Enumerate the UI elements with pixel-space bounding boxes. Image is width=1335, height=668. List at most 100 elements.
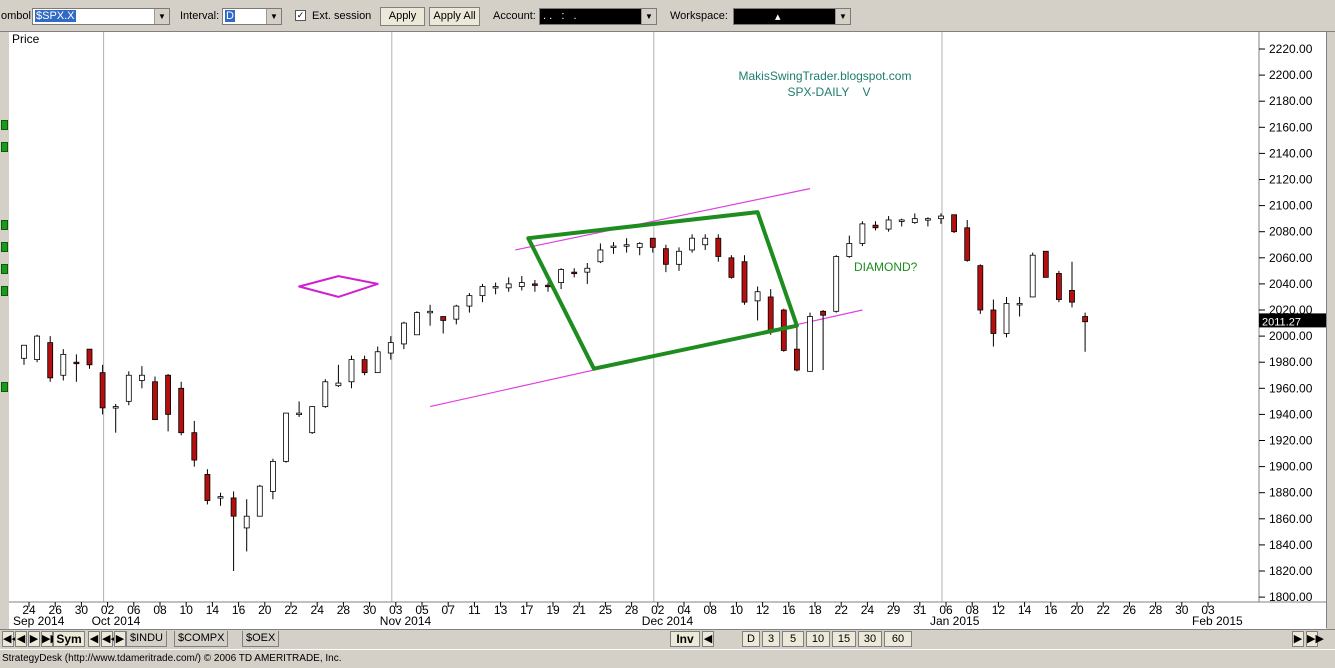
x-tick-label: 10 xyxy=(730,603,744,617)
y-tick-label: 1880.00 xyxy=(1269,486,1313,500)
candle-down xyxy=(99,372,106,409)
period-5[interactable]: 5 xyxy=(782,631,804,647)
x-tick-label: 20 xyxy=(258,603,272,617)
apply-button[interactable]: Apply xyxy=(380,7,425,26)
candle-up xyxy=(636,243,643,248)
y-tick-label: 1860.00 xyxy=(1269,512,1313,526)
candle-up xyxy=(309,406,316,434)
candle-up xyxy=(400,322,407,345)
period-3[interactable]: 3 xyxy=(762,631,780,647)
chart-toolbar: ombol: $SPX.X ▼ Interval: D ▼ ✓ Ext. ses… xyxy=(0,0,1335,32)
candle-up xyxy=(1016,303,1023,306)
x-tick-label: 07 xyxy=(442,603,456,617)
tab-compx[interactable]: $COMPX xyxy=(174,631,229,647)
period-60[interactable]: 60 xyxy=(884,631,912,647)
chevron-down-icon[interactable]: ▼ xyxy=(154,9,169,24)
candle-up xyxy=(21,344,27,359)
y-tick-label: 1900.00 xyxy=(1269,460,1313,474)
candle-up xyxy=(138,374,145,381)
sym-button[interactable]: Sym xyxy=(53,631,85,647)
chevron-down-icon[interactable]: ▼ xyxy=(835,9,850,24)
candle-up xyxy=(217,496,224,499)
candle-down xyxy=(230,497,237,517)
candle-up xyxy=(859,223,866,244)
y-tick-label: 2060.00 xyxy=(1269,251,1313,265)
symbol-label: ombol: xyxy=(1,10,35,22)
x-tick-label: 12 xyxy=(756,603,770,617)
scroll-end-icon[interactable]: ▶▶ xyxy=(1306,631,1324,647)
tool-icon[interactable] xyxy=(1,242,8,252)
candle-down xyxy=(440,316,447,321)
zoom-out-icon[interactable]: ◀ xyxy=(702,631,714,647)
inv-button[interactable]: Inv xyxy=(670,631,700,647)
candle-up xyxy=(584,267,591,273)
tab-indu[interactable]: $INDU xyxy=(126,631,168,647)
candle-up xyxy=(112,406,119,409)
chevron-down-icon[interactable]: ▼ xyxy=(641,9,656,24)
apply-all-button[interactable]: Apply All xyxy=(429,7,480,26)
y-tick-label: 2160.00 xyxy=(1269,120,1313,134)
first-page-icon[interactable]: ◀◀ xyxy=(2,631,20,647)
workspace-combo[interactable]: ▴ ▼ xyxy=(733,8,851,25)
candle-up xyxy=(623,244,630,247)
tab-next-icon[interactable]: ▶ xyxy=(114,631,126,647)
period-15[interactable]: 15 xyxy=(832,631,856,647)
candle-down xyxy=(532,283,538,286)
candle-down xyxy=(47,342,54,379)
candle-down xyxy=(152,381,158,421)
tab-first-icon[interactable]: ◀◀ xyxy=(101,631,119,647)
tool-icon[interactable] xyxy=(1,286,8,296)
candle-up xyxy=(283,412,289,462)
chart-navigation-bar: ◀◀ ◀ ▶ ▶▶ Sym ◀ ◀◀ ▶ $INDU $COMPX $OEX I… xyxy=(0,629,1335,649)
y-tick-label: 2200.00 xyxy=(1269,68,1313,82)
last-page-icon[interactable]: ▶▶ xyxy=(41,631,59,647)
period-d[interactable]: D xyxy=(742,631,760,647)
tool-icon[interactable] xyxy=(1,142,8,152)
candle-down xyxy=(728,257,735,278)
y-tick-label: 1940.00 xyxy=(1269,407,1313,421)
candle-up xyxy=(885,219,892,230)
candle-up xyxy=(898,219,905,222)
x-month-label: Sep 2014 xyxy=(13,614,65,628)
period-30[interactable]: 30 xyxy=(858,631,882,647)
tool-icon[interactable] xyxy=(1,220,8,230)
candle-up xyxy=(754,291,761,302)
x-tick-label: 22 xyxy=(284,603,298,617)
candle-down xyxy=(361,359,368,374)
candle-up xyxy=(348,359,355,383)
candle-up xyxy=(269,460,276,492)
account-combo[interactable]: . . : . ▼ xyxy=(539,8,657,25)
x-tick-label: 30 xyxy=(75,603,89,617)
interval-combo[interactable]: D ▼ xyxy=(222,8,282,25)
chevron-down-icon[interactable]: ▼ xyxy=(266,9,281,24)
candle-down xyxy=(964,227,971,261)
candle-down xyxy=(767,296,774,333)
x-tick-label: 12 xyxy=(992,603,1006,617)
x-month-label: Oct 2014 xyxy=(92,614,141,628)
symbol-combo[interactable]: $SPX.X ▼ xyxy=(32,8,170,25)
period-10[interactable]: 10 xyxy=(806,631,830,647)
next-icon[interactable]: ▶ xyxy=(28,631,40,647)
ext-session-checkbox[interactable]: ✓ xyxy=(295,10,306,21)
tab-oex[interactable]: $OEX xyxy=(242,631,280,647)
candle-down xyxy=(204,474,211,501)
candle-up xyxy=(427,310,434,314)
candle-up xyxy=(689,237,695,251)
tool-icon[interactable] xyxy=(1,120,8,130)
candle-up xyxy=(610,245,617,248)
x-tick-label: 19 xyxy=(546,603,560,617)
workspace-label: Workspace: xyxy=(670,10,728,22)
candle-down xyxy=(571,271,578,275)
tool-icon[interactable] xyxy=(1,382,8,392)
scroll-right-icon[interactable]: ▶ xyxy=(1292,631,1304,647)
candle-up xyxy=(466,295,473,307)
price-chart[interactable]: Price 1800.001820.001840.001860.001880.0… xyxy=(9,32,1326,629)
x-tick-label: 28 xyxy=(625,603,639,617)
x-tick-label: 08 xyxy=(153,603,167,617)
x-tick-label: 17 xyxy=(520,603,534,617)
ext-session-label: Ext. session xyxy=(312,10,372,22)
tab-prev-icon[interactable]: ◀ xyxy=(88,631,100,647)
tool-icon[interactable] xyxy=(1,264,8,274)
prev-icon[interactable]: ◀ xyxy=(15,631,27,647)
candle-down xyxy=(872,224,879,229)
